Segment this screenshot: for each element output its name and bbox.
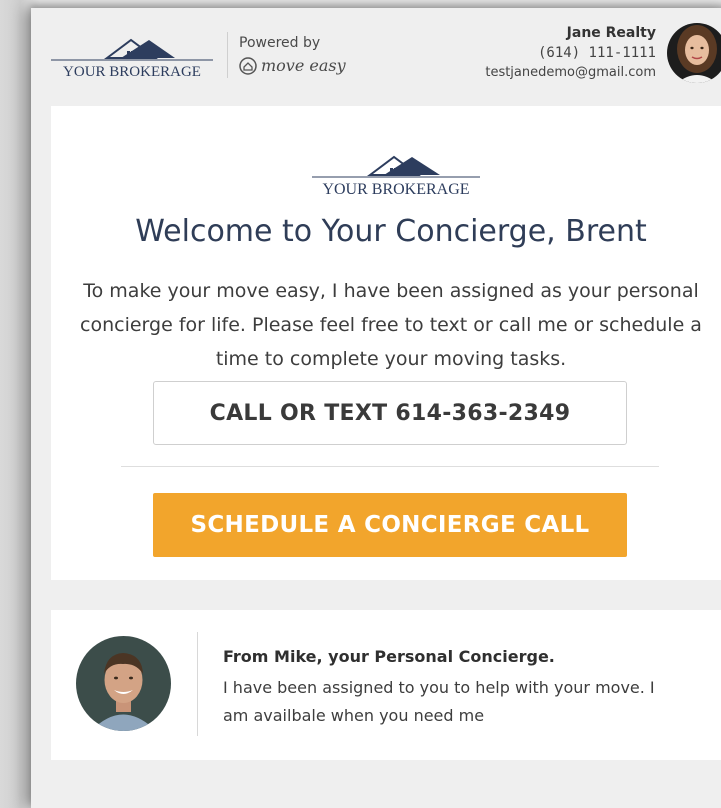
powered-by-label: Powered by <box>239 35 321 51</box>
agent-phone[interactable]: (614) 111-1111 <box>485 43 656 63</box>
concierge-title: From Mike, your Personal Concierge. <box>223 647 555 666</box>
email-frame: YOUR BROKERAGE Powered by move easy Jane… <box>31 8 721 808</box>
brokerage-logo-center: YOUR BROKERAGE <box>312 155 480 198</box>
concierge-message: I have been assigned to you to help with… <box>223 678 655 725</box>
agent-name: Jane Realty <box>566 25 656 41</box>
agent-email[interactable]: testjanedemo@gmail.com <box>485 63 656 83</box>
welcome-heading: Welcome to Your Concierge, Brent <box>135 214 647 249</box>
center-logo-text: YOUR BROKERAGE <box>322 181 469 198</box>
brokerage-logo-text: YOUR BROKERAGE <box>63 64 201 80</box>
agent-avatar <box>667 23 721 83</box>
move-easy-logo[interactable]: move easy <box>239 56 346 75</box>
agent-contact: Jane Realty (614) 111-1111 testjanedemo@… <box>485 23 656 83</box>
section-divider <box>121 466 659 467</box>
concierge-avatar <box>76 636 171 731</box>
welcome-card: YOUR BROKERAGE Welcome to Your Concierge… <box>51 106 721 580</box>
header-divider <box>227 32 228 78</box>
call-or-text-button[interactable]: CALL OR TEXT 614-363-2349 <box>153 381 627 445</box>
email-header: YOUR BROKERAGE Powered by move easy Jane… <box>31 8 721 100</box>
brokerage-logo[interactable]: YOUR BROKERAGE <box>51 32 213 82</box>
concierge-divider <box>197 632 198 736</box>
move-easy-text: move easy <box>261 56 346 75</box>
concierge-card: From Mike, your Personal Concierge. I ha… <box>51 610 721 760</box>
house-icon <box>239 56 257 75</box>
intro-text: To make your move easy, I have been assi… <box>80 280 702 370</box>
schedule-call-button[interactable]: SCHEDULE A CONCIERGE CALL <box>153 493 627 557</box>
